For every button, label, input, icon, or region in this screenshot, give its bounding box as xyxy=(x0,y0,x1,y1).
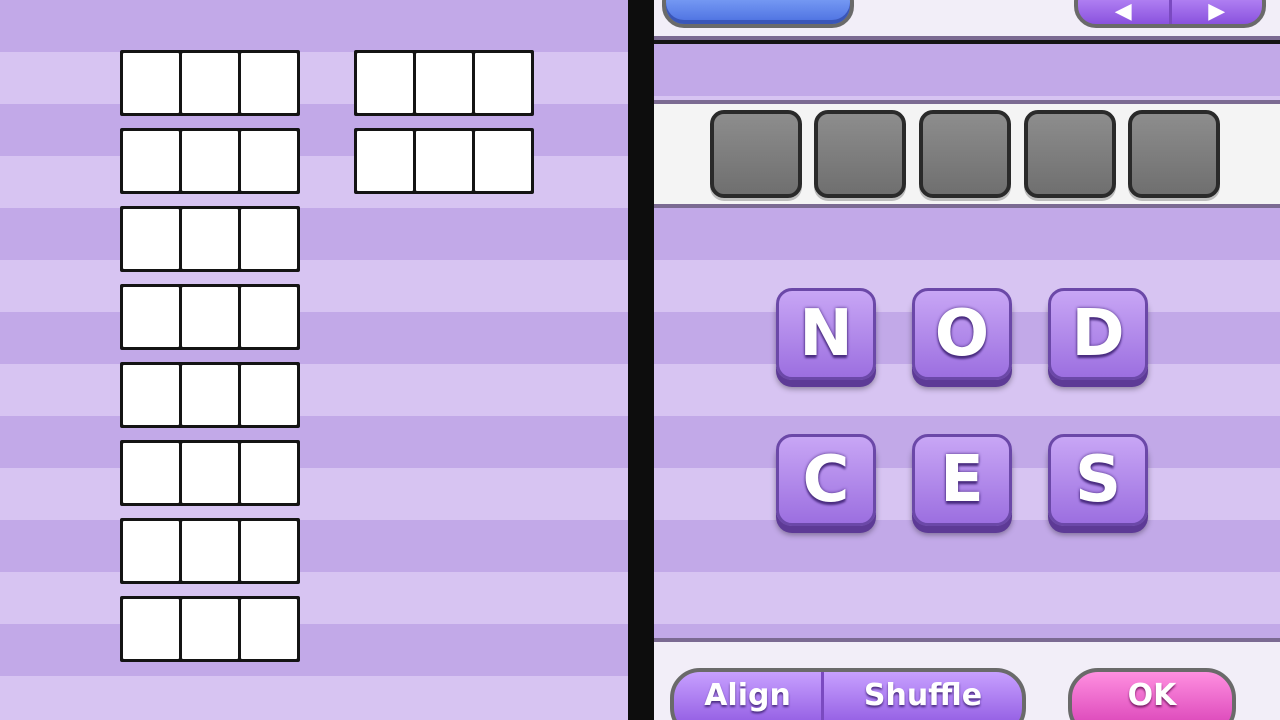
letter-cell xyxy=(241,287,297,347)
next-arrow-button[interactable]: ▶ xyxy=(1168,0,1263,24)
word-slot xyxy=(120,362,300,428)
letter-cell xyxy=(241,521,297,581)
answer-box[interactable] xyxy=(1128,110,1220,198)
tile-letter: O xyxy=(934,297,990,371)
decorative-strip xyxy=(654,44,1280,100)
word-slot xyxy=(120,440,300,506)
word-slot xyxy=(354,128,534,194)
letter-cell xyxy=(182,365,238,425)
tile-letter: E xyxy=(940,443,984,517)
letter-cell xyxy=(123,443,179,503)
play-screen: ◀ ▶ N O D C E S Align Shuffle OK xyxy=(654,0,1280,720)
letter-cell xyxy=(241,599,297,659)
letter-cell xyxy=(182,443,238,503)
letter-cell xyxy=(357,53,413,113)
arrow-left-icon: ◀ xyxy=(1114,0,1132,24)
letter-cell xyxy=(182,53,238,113)
letter-cell xyxy=(357,131,413,191)
tile-letter: D xyxy=(1071,297,1125,371)
letter-tile[interactable]: C xyxy=(776,434,876,526)
answer-box[interactable] xyxy=(919,110,1011,198)
ok-button[interactable]: OK xyxy=(1068,668,1236,720)
arrow-right-icon: ▶ xyxy=(1208,0,1226,24)
align-shuffle-group: Align Shuffle xyxy=(670,668,1026,720)
letter-cell xyxy=(416,131,472,191)
letter-cell xyxy=(123,521,179,581)
tile-letter: N xyxy=(799,297,853,371)
letter-cell xyxy=(182,599,238,659)
prev-arrow-button[interactable]: ◀ xyxy=(1078,0,1169,24)
word-slot xyxy=(120,50,300,116)
letter-cell xyxy=(475,53,531,113)
screen-divider xyxy=(628,0,654,720)
tile-letter: C xyxy=(802,443,850,517)
bottom-bar: Align Shuffle OK xyxy=(654,638,1280,720)
letter-tile[interactable]: D xyxy=(1048,288,1148,380)
pause-button[interactable] xyxy=(662,0,854,28)
letter-cell xyxy=(475,131,531,191)
answer-box[interactable] xyxy=(1024,110,1116,198)
answer-row xyxy=(654,100,1280,208)
answer-box[interactable] xyxy=(814,110,906,198)
letter-cell xyxy=(123,209,179,269)
letter-cell xyxy=(182,287,238,347)
letter-tile[interactable]: N xyxy=(776,288,876,380)
word-slot xyxy=(120,206,300,272)
top-bar: ◀ ▶ xyxy=(654,0,1280,40)
letter-cell xyxy=(123,287,179,347)
letter-tile[interactable]: O xyxy=(912,288,1012,380)
shuffle-button[interactable]: Shuffle xyxy=(824,672,1022,720)
letter-tile-area: N O D C E S xyxy=(654,208,1280,638)
letter-cell xyxy=(416,53,472,113)
page-arrows: ◀ ▶ xyxy=(1074,0,1266,28)
word-slot xyxy=(120,518,300,584)
letter-cell xyxy=(241,443,297,503)
answer-box[interactable] xyxy=(710,110,802,198)
letter-cell xyxy=(123,131,179,191)
letter-tile[interactable]: S xyxy=(1048,434,1148,526)
letter-cell xyxy=(182,209,238,269)
letter-cell xyxy=(241,131,297,191)
align-button[interactable]: Align xyxy=(674,672,824,720)
word-list-screen xyxy=(0,0,628,720)
letter-cell xyxy=(123,599,179,659)
word-slot xyxy=(120,128,300,194)
tile-letter: S xyxy=(1074,443,1122,517)
letter-cell xyxy=(182,131,238,191)
letter-cell xyxy=(241,53,297,113)
letter-cell xyxy=(182,521,238,581)
letter-cell xyxy=(123,365,179,425)
word-slot xyxy=(120,284,300,350)
word-slot xyxy=(120,596,300,662)
word-slot xyxy=(354,50,534,116)
letter-cell xyxy=(241,209,297,269)
letter-tile[interactable]: E xyxy=(912,434,1012,526)
letter-cell xyxy=(241,365,297,425)
letter-cell xyxy=(123,53,179,113)
